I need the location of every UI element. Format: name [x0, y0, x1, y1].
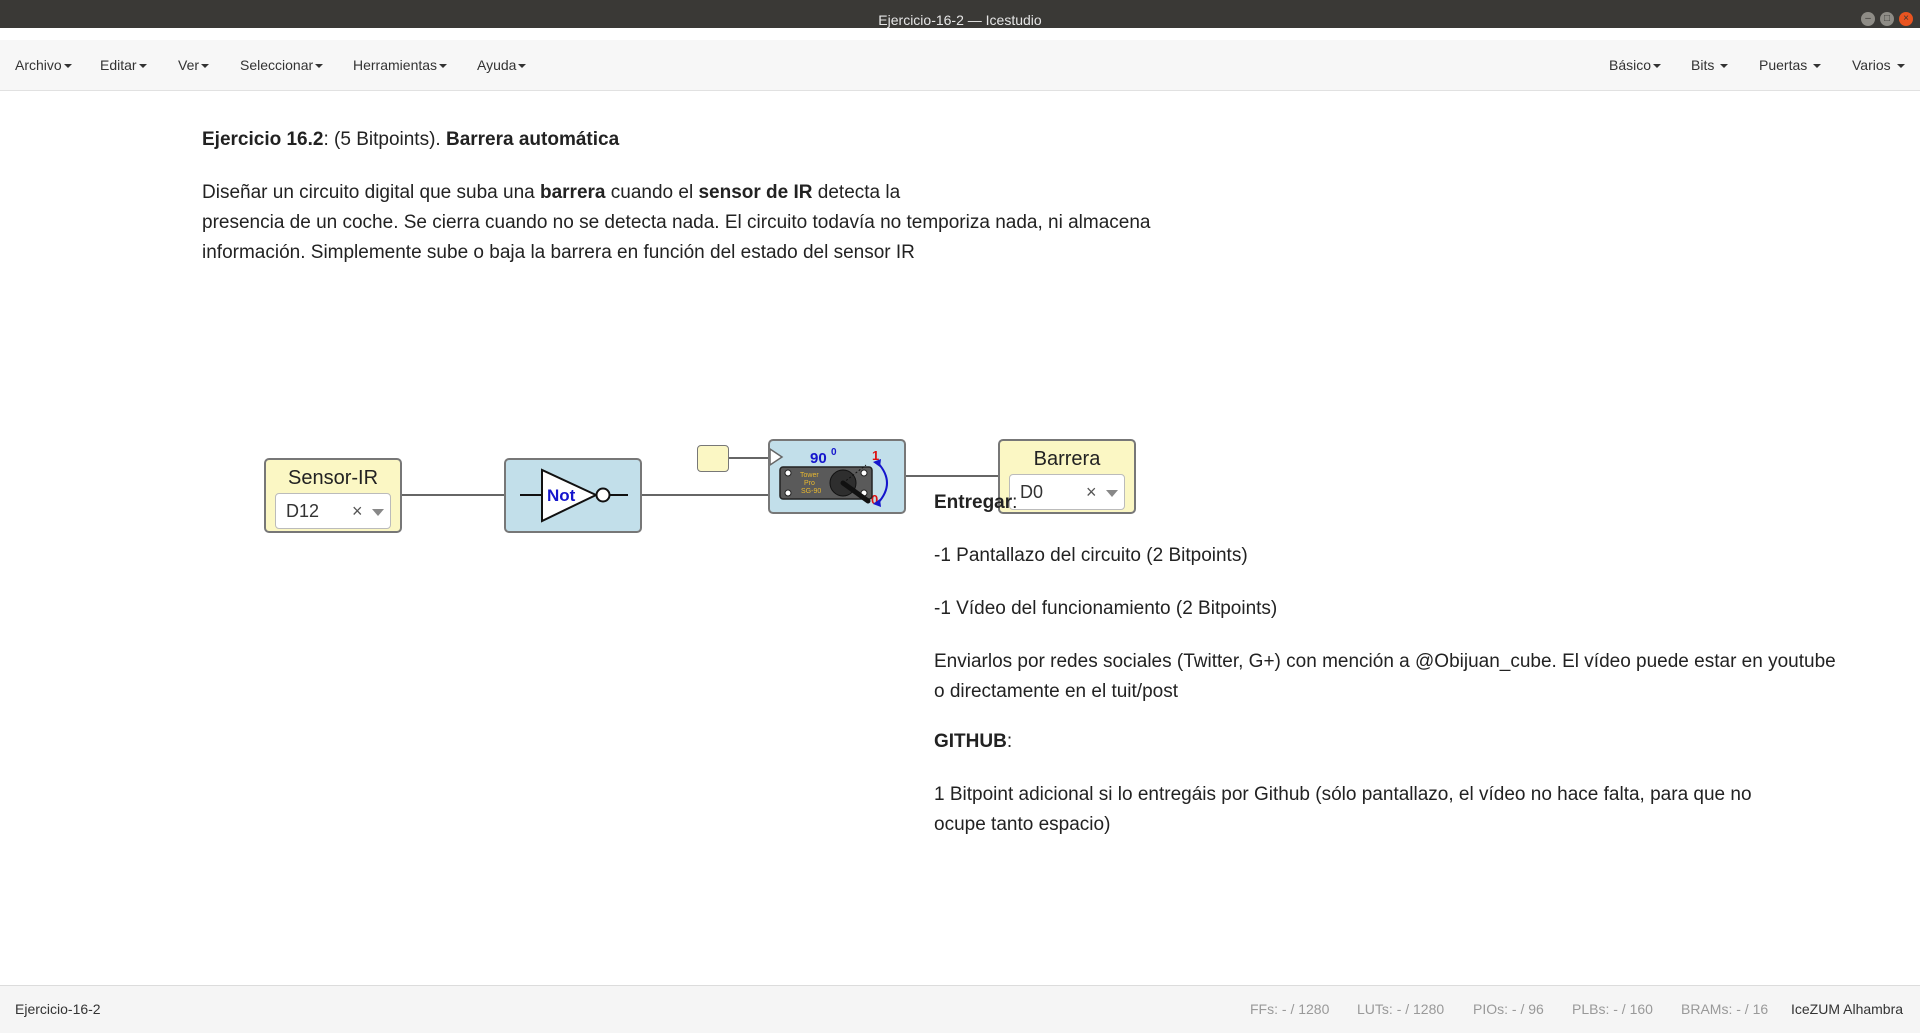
menu-seleccionar[interactable]: Seleccionar	[240, 40, 324, 90]
design-canvas[interactable]: Ejercicio 16.2: (5 Bitpoints). Barrera a…	[0, 91, 1920, 984]
minimize-icon[interactable]: –	[1861, 12, 1875, 26]
deliver-send-line-1: Enviarlos por redes sociales (Twitter, G…	[934, 651, 1836, 672]
exercise-points: : (5 Bitpoints).	[323, 129, 446, 150]
github-line-2: ocupe tanto espacio)	[934, 814, 1111, 835]
status-ffs: FFs: - / 1280	[1250, 1001, 1330, 1017]
status-filename: Ejercicio-16-2	[15, 1001, 101, 1017]
github-line-1: 1 Bitpoint adicional si lo entregáis por…	[934, 784, 1752, 805]
description-line-1: Diseñar un circuito digital que suba una…	[202, 182, 901, 203]
menu-editar[interactable]: Editar	[100, 40, 147, 90]
constant-input-block[interactable]	[697, 445, 729, 472]
menu-label: Herramientas	[353, 57, 438, 73]
menu-ayuda[interactable]: Ayuda	[477, 40, 527, 90]
input-block-sensor-ir[interactable]: Sensor-IR D12 ×	[264, 458, 402, 533]
status-luts: LUTs: - / 1280	[1357, 1001, 1445, 1017]
servo-brand-2: Pro	[804, 480, 815, 487]
not-gate-icon: Not	[520, 468, 628, 523]
description-line-2: presencia de un coche. Se cierra cuando …	[202, 212, 1151, 233]
servo-screw	[784, 469, 792, 477]
menu-label: Editar	[100, 57, 137, 73]
maximize-icon[interactable]: □	[1880, 12, 1894, 26]
clear-icon[interactable]: ×	[352, 494, 363, 528]
status-pios: PIOs: - / 96	[1473, 1001, 1544, 1017]
deliver-heading: Entregar	[934, 492, 1013, 513]
not-label: Not	[547, 486, 576, 505]
caret-down-icon	[63, 64, 72, 69]
menu-puertas[interactable]: Puertas	[1759, 40, 1822, 90]
status-brams: BRAMs: - / 16	[1681, 1001, 1769, 1017]
window-title: Ejercicio-16-2 — Icestudio	[878, 12, 1042, 28]
exercise-number: Ejercicio 16.2	[202, 129, 324, 150]
exercise-title: Barrera automática	[445, 129, 620, 150]
not-bubble	[595, 487, 611, 503]
caret-down-icon	[138, 64, 147, 69]
menu-label: Ayuda	[477, 57, 517, 73]
caret-down-icon	[1653, 64, 1662, 69]
titlebar-spacer	[0, 28, 1920, 40]
menu-archivo[interactable]: Archivo	[15, 40, 72, 90]
menu-label: Seleccionar	[240, 57, 314, 73]
menu-herramientas[interactable]: Herramientas	[353, 40, 448, 90]
wire-sensor-to-not[interactable]	[402, 494, 505, 496]
servo-brand-1: Tower	[800, 472, 819, 479]
pin-select[interactable]: D12 ×	[275, 493, 391, 529]
menu-label: Puertas	[1759, 57, 1808, 73]
not-gate-block[interactable]: Not	[504, 458, 642, 533]
github-heading: GITHUB	[934, 731, 1007, 752]
block-name: Barrera	[1033, 448, 1101, 470]
description-line-3: información. Simplemente sube o baja la …	[202, 242, 915, 263]
menu-label: Bits	[1691, 57, 1715, 73]
pin-value: D12	[286, 501, 320, 521]
caret-down-icon	[1813, 64, 1822, 69]
caret-down-icon	[518, 64, 527, 69]
deliver-item-1: -1 Pantallazo del circuito (2 Bitpoints)	[934, 545, 1248, 566]
menu-label: Básico	[1609, 57, 1652, 73]
servo-screw	[784, 489, 792, 497]
deliver-heading-line: Entregar:	[934, 492, 1018, 513]
menu-bits[interactable]: Bits	[1691, 40, 1729, 90]
caret-down-icon	[1720, 64, 1729, 69]
status-bar: Ejercicio-16-2 FFs: - / 1280 LUTs: - / 1…	[0, 985, 1920, 1033]
deliver-note[interactable]: Entregar: -1 Pantallazo del circuito (2 …	[934, 474, 1914, 840]
menu-ver[interactable]: Ver	[178, 40, 210, 90]
wire-constant-to-servo[interactable]	[729, 457, 770, 459]
menu-label: Varios	[1852, 57, 1891, 73]
status-plbs: PLBs: - / 160	[1572, 1001, 1653, 1017]
servo-angle: 90	[810, 450, 827, 467]
window-titlebar: Ejercicio-16-2 — Icestudio – □ ×	[0, 0, 1920, 28]
exercise-title-note[interactable]: Ejercicio 16.2: (5 Bitpoints). Barrera a…	[202, 125, 1202, 155]
wire-not-to-servo[interactable]	[642, 494, 770, 496]
github-heading-line: GITHUB:	[934, 731, 1013, 752]
servo-arc-arrow	[877, 462, 888, 504]
servo-screw	[860, 469, 868, 477]
menu-basico[interactable]: Básico	[1609, 40, 1662, 90]
deliver-send-line-2: o directamente en el tuit/post	[934, 681, 1178, 702]
description-note[interactable]: Diseñar un circuito digital que suba una…	[202, 178, 1302, 268]
menu-varios[interactable]: Varios	[1852, 40, 1905, 90]
status-board[interactable]: IceZUM Alhambra	[1791, 986, 1903, 1033]
deliver-item-2: -1 Vídeo del funcionamiento (2 Bitpoints…	[934, 598, 1278, 619]
close-icon[interactable]: ×	[1899, 12, 1913, 26]
menu-bar: Archivo Editar Ver Seleccionar Herramien…	[0, 40, 1920, 91]
servo-icon: 90 0 1 0 Tower Pro SG-90	[770, 447, 888, 507]
caret-down-icon	[439, 64, 448, 69]
servo-input-port	[770, 448, 784, 466]
menu-label: Ver	[178, 57, 200, 73]
servo-degree: 0	[831, 447, 837, 458]
dropdown-arrow-icon[interactable]	[372, 509, 384, 516]
caret-down-icon	[315, 64, 324, 69]
block-name: Sensor-IR	[287, 467, 379, 489]
caret-down-icon	[201, 64, 210, 69]
servo-model: SG-90	[801, 488, 821, 495]
caret-down-icon	[1896, 64, 1905, 69]
servo-block[interactable]: 90 0 1 0 Tower Pro SG-90	[768, 439, 906, 514]
menu-label: Archivo	[15, 57, 62, 73]
